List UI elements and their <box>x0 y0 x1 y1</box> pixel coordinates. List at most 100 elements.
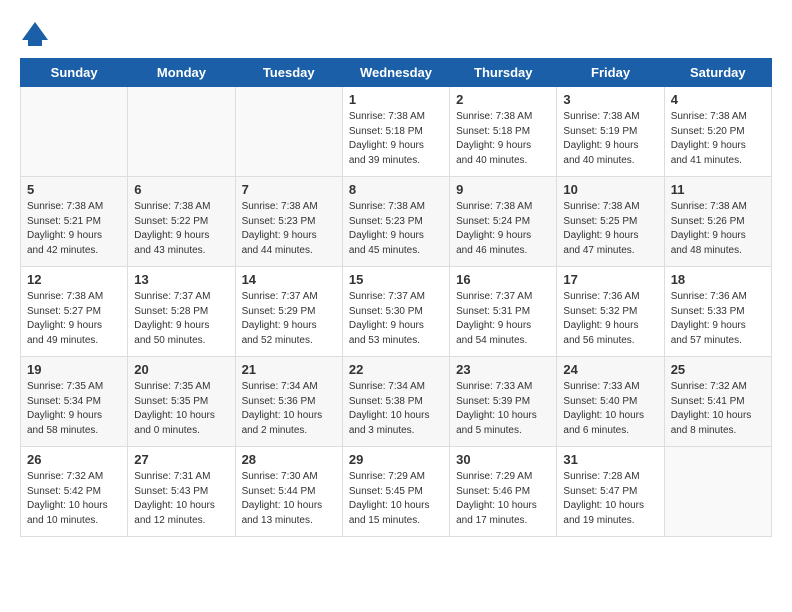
week-row-2: 5 Sunrise: 7:38 AM Sunset: 5:21 PM Daylig… <box>21 177 772 267</box>
day-number: 17 <box>563 272 657 287</box>
calendar-cell: 28 Sunrise: 7:30 AM Sunset: 5:44 PM Dayli… <box>235 447 342 537</box>
calendar-cell <box>235 87 342 177</box>
logo-icon <box>20 20 50 48</box>
cell-info: Sunrise: 7:38 AM Sunset: 5:20 PM Dayligh… <box>671 110 765 168</box>
day-number: 28 <box>242 452 336 467</box>
cell-info: Sunrise: 7:36 AM Sunset: 5:33 PM Dayligh… <box>671 290 765 348</box>
calendar-cell: 13 Sunrise: 7:37 AM Sunset: 5:28 PM Dayli… <box>128 267 235 357</box>
day-number: 5 <box>27 182 121 197</box>
calendar-cell: 6 Sunrise: 7:38 AM Sunset: 5:22 PM Daylig… <box>128 177 235 267</box>
calendar-cell: 14 Sunrise: 7:37 AM Sunset: 5:29 PM Dayli… <box>235 267 342 357</box>
cell-info: Sunrise: 7:32 AM Sunset: 5:41 PM Dayligh… <box>671 380 765 438</box>
week-row-1: 1 Sunrise: 7:38 AM Sunset: 5:18 PM Daylig… <box>21 87 772 177</box>
day-number: 19 <box>27 362 121 377</box>
cell-info: Sunrise: 7:38 AM Sunset: 5:18 PM Dayligh… <box>456 110 550 168</box>
cell-info: Sunrise: 7:29 AM Sunset: 5:45 PM Dayligh… <box>349 470 443 528</box>
calendar-body: 1 Sunrise: 7:38 AM Sunset: 5:18 PM Daylig… <box>21 87 772 537</box>
calendar-cell: 5 Sunrise: 7:38 AM Sunset: 5:21 PM Daylig… <box>21 177 128 267</box>
day-number: 13 <box>134 272 228 287</box>
page-header <box>20 20 772 48</box>
header-day-monday: Monday <box>128 59 235 87</box>
week-row-5: 26 Sunrise: 7:32 AM Sunset: 5:42 PM Dayli… <box>21 447 772 537</box>
cell-info: Sunrise: 7:37 AM Sunset: 5:29 PM Dayligh… <box>242 290 336 348</box>
calendar-cell: 4 Sunrise: 7:38 AM Sunset: 5:20 PM Daylig… <box>664 87 771 177</box>
calendar-cell: 8 Sunrise: 7:38 AM Sunset: 5:23 PM Daylig… <box>342 177 449 267</box>
day-number: 4 <box>671 92 765 107</box>
cell-info: Sunrise: 7:37 AM Sunset: 5:31 PM Dayligh… <box>456 290 550 348</box>
header-day-tuesday: Tuesday <box>235 59 342 87</box>
cell-info: Sunrise: 7:28 AM Sunset: 5:47 PM Dayligh… <box>563 470 657 528</box>
day-number: 23 <box>456 362 550 377</box>
cell-info: Sunrise: 7:37 AM Sunset: 5:28 PM Dayligh… <box>134 290 228 348</box>
header-row: SundayMondayTuesdayWednesdayThursdayFrid… <box>21 59 772 87</box>
calendar-cell: 31 Sunrise: 7:28 AM Sunset: 5:47 PM Dayli… <box>557 447 664 537</box>
calendar-cell <box>21 87 128 177</box>
cell-info: Sunrise: 7:33 AM Sunset: 5:39 PM Dayligh… <box>456 380 550 438</box>
day-number: 15 <box>349 272 443 287</box>
calendar-cell: 9 Sunrise: 7:38 AM Sunset: 5:24 PM Daylig… <box>450 177 557 267</box>
cell-info: Sunrise: 7:29 AM Sunset: 5:46 PM Dayligh… <box>456 470 550 528</box>
day-number: 30 <box>456 452 550 467</box>
cell-info: Sunrise: 7:37 AM Sunset: 5:30 PM Dayligh… <box>349 290 443 348</box>
cell-info: Sunrise: 7:35 AM Sunset: 5:34 PM Dayligh… <box>27 380 121 438</box>
day-number: 9 <box>456 182 550 197</box>
day-number: 26 <box>27 452 121 467</box>
day-number: 6 <box>134 182 228 197</box>
header-day-friday: Friday <box>557 59 664 87</box>
cell-info: Sunrise: 7:38 AM Sunset: 5:23 PM Dayligh… <box>242 200 336 258</box>
cell-info: Sunrise: 7:31 AM Sunset: 5:43 PM Dayligh… <box>134 470 228 528</box>
day-number: 21 <box>242 362 336 377</box>
calendar-cell: 23 Sunrise: 7:33 AM Sunset: 5:39 PM Dayli… <box>450 357 557 447</box>
calendar-cell: 26 Sunrise: 7:32 AM Sunset: 5:42 PM Dayli… <box>21 447 128 537</box>
day-number: 8 <box>349 182 443 197</box>
cell-info: Sunrise: 7:38 AM Sunset: 5:22 PM Dayligh… <box>134 200 228 258</box>
day-number: 16 <box>456 272 550 287</box>
calendar-cell: 25Sunrise: 7:32 AM Sunset: 5:41 PM Dayli… <box>664 357 771 447</box>
header-day-sunday: Sunday <box>21 59 128 87</box>
calendar-cell: 27 Sunrise: 7:31 AM Sunset: 5:43 PM Dayli… <box>128 447 235 537</box>
day-number: 31 <box>563 452 657 467</box>
cell-info: Sunrise: 7:38 AM Sunset: 5:19 PM Dayligh… <box>563 110 657 168</box>
calendar-cell: 18 Sunrise: 7:36 AM Sunset: 5:33 PM Dayli… <box>664 267 771 357</box>
header-day-saturday: Saturday <box>664 59 771 87</box>
calendar-cell: 16 Sunrise: 7:37 AM Sunset: 5:31 PM Dayli… <box>450 267 557 357</box>
calendar-cell <box>128 87 235 177</box>
cell-info: Sunrise: 7:38 AM Sunset: 5:23 PM Dayligh… <box>349 200 443 258</box>
calendar-cell: 30 Sunrise: 7:29 AM Sunset: 5:46 PM Dayli… <box>450 447 557 537</box>
cell-info: Sunrise: 7:38 AM Sunset: 5:25 PM Dayligh… <box>563 200 657 258</box>
cell-info: Sunrise: 7:32 AM Sunset: 5:42 PM Dayligh… <box>27 470 121 528</box>
calendar-table: SundayMondayTuesdayWednesdayThursdayFrid… <box>20 58 772 537</box>
day-number: 1 <box>349 92 443 107</box>
calendar-cell <box>664 447 771 537</box>
calendar-cell: 11Sunrise: 7:38 AM Sunset: 5:26 PM Dayli… <box>664 177 771 267</box>
calendar-cell: 22 Sunrise: 7:34 AM Sunset: 5:38 PM Dayli… <box>342 357 449 447</box>
logo <box>20 20 54 48</box>
cell-info: Sunrise: 7:34 AM Sunset: 5:38 PM Dayligh… <box>349 380 443 438</box>
calendar-cell: 7 Sunrise: 7:38 AM Sunset: 5:23 PM Daylig… <box>235 177 342 267</box>
day-number: 18 <box>671 272 765 287</box>
cell-info: Sunrise: 7:38 AM Sunset: 5:27 PM Dayligh… <box>27 290 121 348</box>
cell-info: Sunrise: 7:33 AM Sunset: 5:40 PM Dayligh… <box>563 380 657 438</box>
day-number: 24 <box>563 362 657 377</box>
week-row-4: 19 Sunrise: 7:35 AM Sunset: 5:34 PM Dayli… <box>21 357 772 447</box>
day-number: 22 <box>349 362 443 377</box>
calendar-cell: 10Sunrise: 7:38 AM Sunset: 5:25 PM Dayli… <box>557 177 664 267</box>
week-row-3: 12Sunrise: 7:38 AM Sunset: 5:27 PM Dayli… <box>21 267 772 357</box>
cell-info: Sunrise: 7:38 AM Sunset: 5:24 PM Dayligh… <box>456 200 550 258</box>
calendar-cell: 2Sunrise: 7:38 AM Sunset: 5:18 PM Daylig… <box>450 87 557 177</box>
calendar-cell: 15 Sunrise: 7:37 AM Sunset: 5:30 PM Dayli… <box>342 267 449 357</box>
calendar-cell: 29Sunrise: 7:29 AM Sunset: 5:45 PM Dayli… <box>342 447 449 537</box>
day-number: 11 <box>671 182 765 197</box>
day-number: 27 <box>134 452 228 467</box>
header-day-thursday: Thursday <box>450 59 557 87</box>
day-number: 20 <box>134 362 228 377</box>
calendar-cell: 3Sunrise: 7:38 AM Sunset: 5:19 PM Daylig… <box>557 87 664 177</box>
day-number: 14 <box>242 272 336 287</box>
cell-info: Sunrise: 7:30 AM Sunset: 5:44 PM Dayligh… <box>242 470 336 528</box>
header-day-wednesday: Wednesday <box>342 59 449 87</box>
calendar-cell: 1 Sunrise: 7:38 AM Sunset: 5:18 PM Daylig… <box>342 87 449 177</box>
cell-info: Sunrise: 7:38 AM Sunset: 5:18 PM Dayligh… <box>349 110 443 168</box>
cell-info: Sunrise: 7:38 AM Sunset: 5:21 PM Dayligh… <box>27 200 121 258</box>
day-number: 7 <box>242 182 336 197</box>
calendar-cell: 17Sunrise: 7:36 AM Sunset: 5:32 PM Dayli… <box>557 267 664 357</box>
